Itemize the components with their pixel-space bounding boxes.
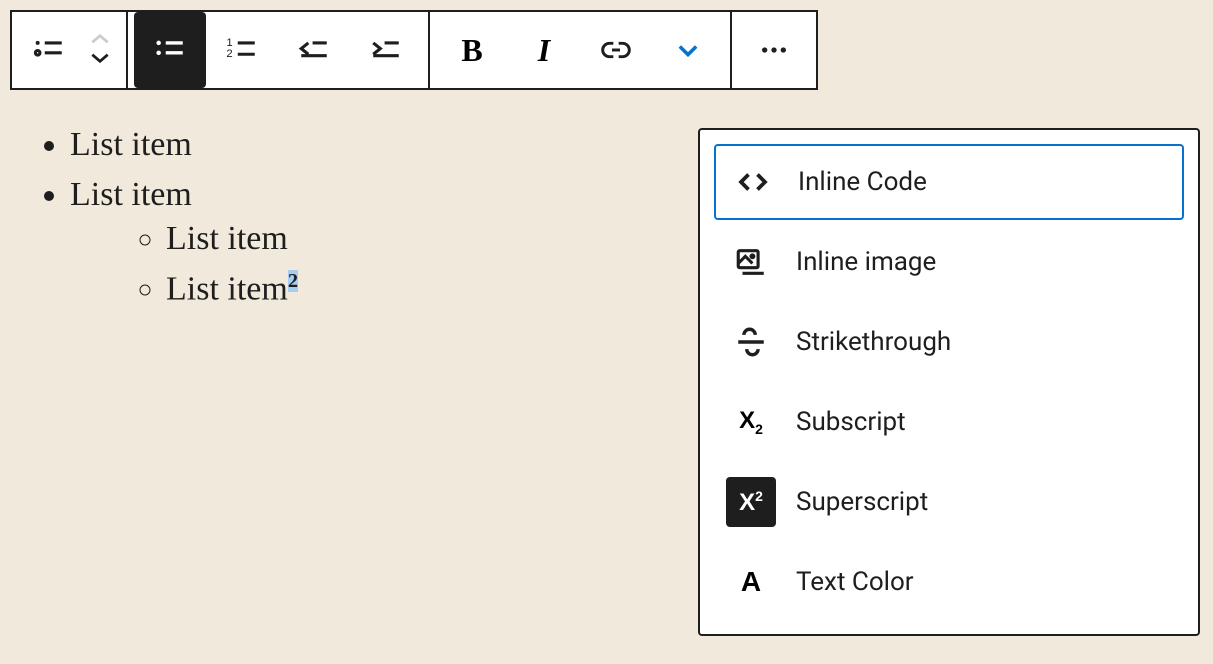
link-icon bbox=[600, 34, 632, 66]
dropdown-item-label: Superscript bbox=[796, 487, 928, 517]
subscript-icon: X2 bbox=[726, 397, 776, 447]
dropdown-item-inline-code[interactable]: Inline Code bbox=[714, 144, 1184, 220]
dropdown-item-label: Inline Code bbox=[798, 167, 927, 197]
ellipsis-icon bbox=[758, 34, 790, 66]
toolbar-group-format: B I bbox=[430, 12, 732, 88]
unordered-list-button[interactable] bbox=[134, 12, 206, 88]
format-dropdown: Inline Code Inline image Strikethrough X… bbox=[698, 128, 1200, 636]
svg-text:1: 1 bbox=[226, 37, 232, 49]
dropdown-item-label: Inline image bbox=[796, 247, 936, 277]
superscript-text[interactable]: 2 bbox=[288, 270, 298, 292]
svg-text:2: 2 bbox=[226, 48, 232, 60]
bold-button[interactable]: B bbox=[436, 12, 508, 88]
link-button[interactable] bbox=[580, 12, 652, 88]
dropdown-item-subscript[interactable]: X2 Subscript bbox=[714, 384, 1184, 460]
text-color-icon: A bbox=[726, 557, 776, 607]
dropdown-item-text-color[interactable]: A Text Color bbox=[714, 544, 1184, 620]
block-toolbar: 1 2 bbox=[10, 10, 818, 90]
numbered-list-icon: 1 2 bbox=[225, 33, 259, 67]
toolbar-group-block bbox=[12, 12, 128, 88]
list-block-icon bbox=[32, 33, 66, 67]
dropdown-item-label: Subscript bbox=[796, 407, 906, 437]
outdent-button[interactable] bbox=[278, 12, 350, 88]
bold-icon: B bbox=[461, 32, 482, 69]
strikethrough-icon bbox=[726, 317, 776, 367]
block-type-list-button[interactable] bbox=[18, 12, 80, 88]
indent-icon bbox=[369, 33, 403, 67]
dropdown-item-label: Text Color bbox=[796, 567, 914, 597]
more-format-button[interactable] bbox=[652, 12, 724, 88]
italic-button[interactable]: I bbox=[508, 12, 580, 88]
toolbar-group-more bbox=[732, 12, 816, 88]
dropdown-item-superscript[interactable]: X2 Superscript bbox=[714, 464, 1184, 540]
move-down-button[interactable] bbox=[89, 50, 111, 69]
block-mover bbox=[80, 31, 120, 69]
chevron-down-icon bbox=[674, 36, 702, 64]
indent-button[interactable] bbox=[350, 12, 422, 88]
superscript-icon: X2 bbox=[726, 477, 776, 527]
italic-icon: I bbox=[538, 32, 550, 69]
toolbar-group-list-style: 1 2 bbox=[128, 12, 430, 88]
image-icon bbox=[726, 237, 776, 287]
code-icon bbox=[728, 157, 778, 207]
dropdown-item-strikethrough[interactable]: Strikethrough bbox=[714, 304, 1184, 380]
bullet-list-icon bbox=[153, 33, 187, 67]
move-up-button[interactable] bbox=[89, 31, 111, 50]
more-options-button[interactable] bbox=[738, 12, 810, 88]
ordered-list-button[interactable]: 1 2 bbox=[206, 12, 278, 88]
dropdown-item-label: Strikethrough bbox=[796, 327, 951, 357]
dropdown-item-inline-image[interactable]: Inline image bbox=[714, 224, 1184, 300]
outdent-icon bbox=[297, 33, 331, 67]
